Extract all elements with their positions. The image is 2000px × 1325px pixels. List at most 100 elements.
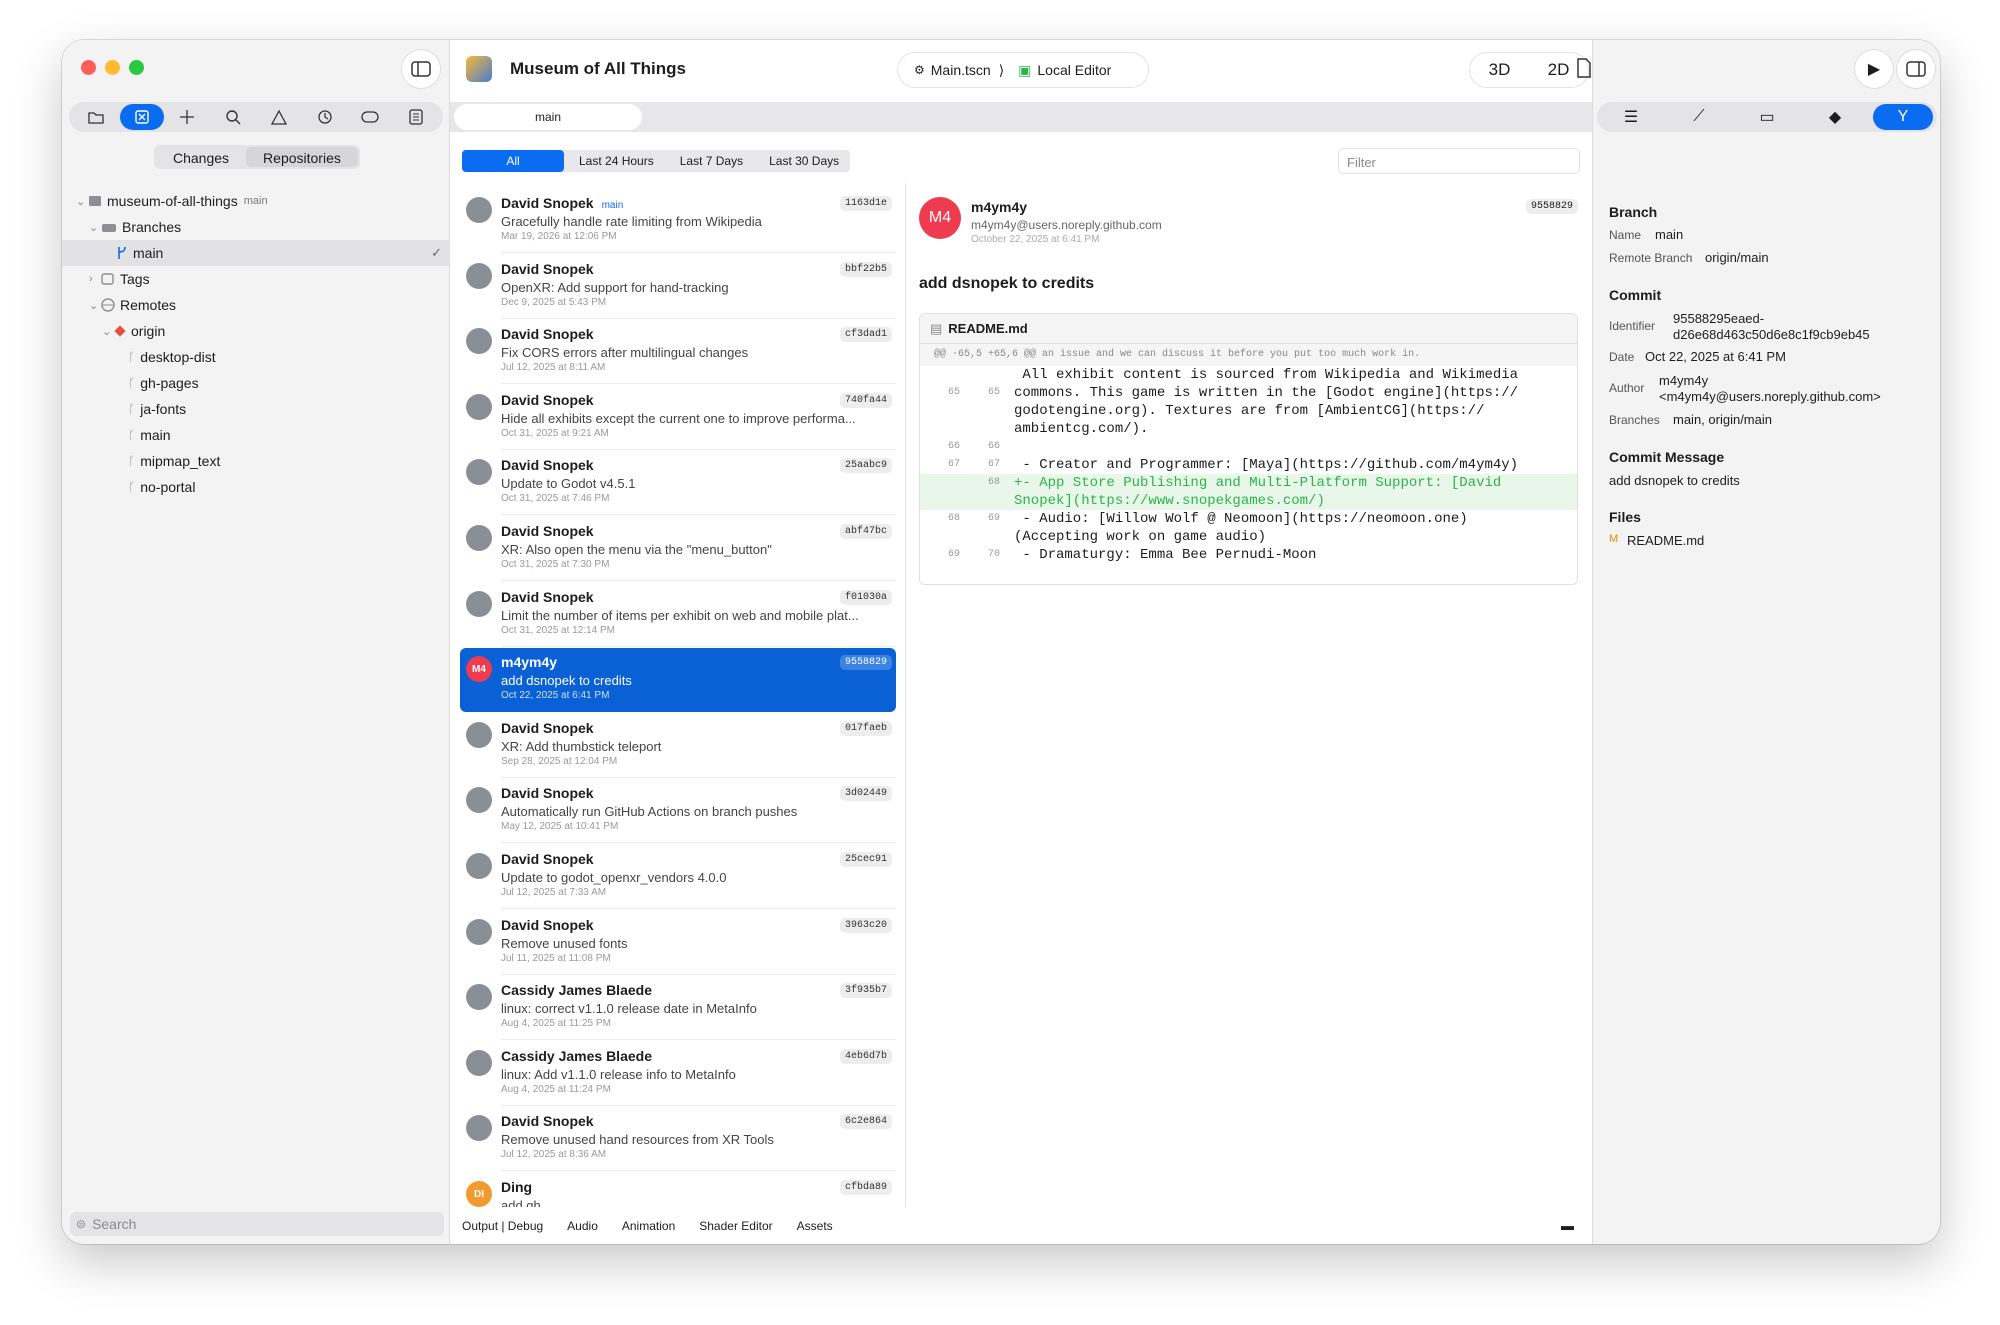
commit-hash[interactable]: 6c2e864	[839, 1114, 892, 1130]
new-line-number: 65	[987, 387, 1000, 398]
identifier-value-cont[interactable]: d26e68d463c50d6e8c1f9cb9eb45	[1673, 327, 1870, 342]
mode-2d-button[interactable]: 2D	[1548, 60, 1570, 80]
remote-branch-item[interactable]: ᚴ desktop-dist	[62, 344, 450, 370]
commit-row[interactable]: David Snopek main Gracefully handle rate l…	[460, 189, 896, 253]
commit-row[interactable]: David Snopek XR: Also open the menu via t…	[460, 517, 896, 581]
zoom-button[interactable]	[129, 60, 144, 75]
tag-icon[interactable]	[348, 104, 392, 130]
remote-branch-item[interactable]: ᚴ ja-fonts	[62, 396, 450, 422]
commit-row[interactable]: Cassidy James Blaede linux: Add v1.1.0 re…	[460, 1042, 896, 1106]
source-control-icon[interactable]	[119, 104, 164, 130]
remote-branch-item[interactable]: ᚴ main	[62, 422, 450, 448]
filter-all[interactable]: All	[462, 150, 564, 172]
branches-group[interactable]: ⌄ Branches	[62, 214, 450, 240]
commit-date: Aug 4, 2025 at 11:24 PM	[501, 1083, 611, 1095]
tab-assets[interactable]: Assets	[797, 1219, 833, 1233]
remote-branch-item[interactable]: ᚴ gh-pages	[62, 370, 450, 396]
tab-changes[interactable]: Changes	[156, 147, 246, 167]
commit-author: David Snopek	[501, 588, 594, 605]
folder-icon[interactable]	[74, 104, 118, 130]
remote-branch-item[interactable]: ᚴ mipmap_text	[62, 448, 450, 474]
close-button[interactable]	[81, 60, 96, 75]
branch-main[interactable]: main ✓	[62, 240, 450, 266]
remotes-group[interactable]: ⌄ Remotes	[62, 292, 450, 318]
commit-row[interactable]: David Snopek Fix CORS errors after multil…	[460, 320, 896, 385]
files-heading: Files	[1609, 509, 1641, 525]
commit-row[interactable]: David Snopek OpenXR: Add support for hand…	[460, 255, 896, 319]
repo-row[interactable]: ⌄ museum-of-all-things main	[62, 188, 450, 214]
git-branch-icon[interactable]: Y	[1873, 104, 1933, 130]
filter-30d[interactable]: Last 30 Days	[758, 150, 850, 172]
diff-line: Snopek](https://www.snopekgames.com/)	[920, 492, 1577, 510]
commit-date: Oct 31, 2025 at 12:14 PM	[501, 624, 615, 636]
document-icon[interactable]	[394, 104, 438, 130]
commit-row[interactable]: David Snopek Limit the number of items pe…	[460, 583, 896, 647]
toggle-inspector-button[interactable]	[1897, 50, 1935, 88]
panel-toggle-icon[interactable]: ▬	[1561, 1218, 1574, 1233]
commit-hash[interactable]: cf3dad1	[839, 327, 892, 343]
commit-hash[interactable]: 1163d1e	[839, 196, 892, 211]
tags-group[interactable]: › Tags	[62, 266, 450, 292]
remote-branch-item[interactable]: ᚴ no-portal	[62, 474, 450, 500]
commit-row[interactable]: David Snopek Remove unused fonts Jul 11, 2…	[460, 911, 896, 975]
warning-icon[interactable]	[257, 104, 301, 130]
mode-3d-button[interactable]: 3D	[1489, 60, 1511, 80]
sparkle-icon[interactable]	[165, 104, 209, 130]
commit-hash[interactable]: 3f935b7	[839, 983, 892, 999]
commit-hash[interactable]: 25cec91	[839, 852, 892, 867]
toggle-sidebar-button[interactable]	[402, 50, 440, 88]
commit-author: David Snopek	[501, 457, 594, 474]
tab-output[interactable]: Output | Debug	[462, 1219, 543, 1233]
commit-row[interactable]: Cassidy James Blaede linux: correct v1.1.…	[460, 976, 896, 1041]
commit-row[interactable]: DI Ding add gh... cfbda89	[460, 1173, 896, 1207]
remote-origin[interactable]: ⌄ origin	[62, 318, 450, 344]
commit-row[interactable]: David Snopek Automatically run GitHub Act…	[460, 779, 896, 844]
sidebar-search[interactable]: ⊜ Search	[70, 1212, 444, 1236]
filter-24h[interactable]: Last 24 Hours	[568, 150, 665, 172]
sliders-icon[interactable]: ☰	[1601, 104, 1661, 130]
history-icon[interactable]	[303, 104, 347, 130]
commit-row[interactable]: David Snopek Remove unused hand resources…	[460, 1107, 896, 1172]
commit-hash[interactable]: 3d02449	[839, 786, 892, 802]
detail-hash[interactable]: 9558829	[1525, 199, 1578, 214]
commit-hash[interactable]: 740fa44	[839, 392, 892, 408]
editor-name[interactable]: Local Editor	[1037, 62, 1111, 78]
run-button[interactable]: ▶	[1855, 50, 1893, 88]
tab-shader-editor[interactable]: Shader Editor	[699, 1219, 772, 1233]
commit-hash[interactable]: 017faeb	[839, 720, 892, 736]
commit-hash[interactable]: cfbda89	[839, 1180, 892, 1195]
branch-name-value: main	[1655, 227, 1684, 242]
changed-file[interactable]: README.md	[1627, 533, 1704, 548]
commit-hash[interactable]: 4eb6d7b	[839, 1048, 892, 1064]
commit-hash[interactable]: bbf22b5	[839, 261, 892, 277]
identifier-value[interactable]: 95588295eaed-	[1673, 311, 1764, 326]
filter-7d[interactable]: Last 7 Days	[669, 150, 754, 172]
commit-hash[interactable]: 3963c20	[839, 917, 892, 933]
tab-audio[interactable]: Audio	[567, 1219, 598, 1233]
commit-row[interactable]: David Snopek Hide all exhibits except the…	[460, 386, 896, 450]
tab-main[interactable]: main	[454, 104, 642, 130]
minimize-button[interactable]	[105, 60, 120, 75]
remote-branch-label: gh-pages	[140, 375, 199, 391]
filter-input[interactable]: Filter	[1338, 148, 1580, 174]
diff-file-header[interactable]: ▤ README.md	[920, 314, 1577, 344]
commit-row[interactable]: David Snopek Update to godot_openxr_vendo…	[460, 845, 896, 909]
group-icon[interactable]: ▭	[1737, 104, 1797, 130]
commit-author: David Snopek	[501, 260, 594, 277]
commit-row[interactable]: M4 m4ym4y add dsnopek to credits Oct 22, 20…	[460, 648, 896, 713]
commit-row[interactable]: David Snopek Update to Godot v4.5.1 Oct 31…	[460, 451, 896, 516]
commit-hash[interactable]: f01030a	[839, 589, 892, 605]
commit-author: David Snopek	[501, 391, 594, 408]
commit-hash[interactable]: 9558829	[839, 655, 892, 671]
commit-hash[interactable]: 25aabc9	[839, 458, 892, 474]
bag-icon[interactable]: ◆	[1805, 104, 1865, 130]
signal-icon[interactable]: ⟋	[1669, 104, 1729, 130]
commit-row[interactable]: David Snopek XR: Add thumbstick teleport S…	[460, 714, 896, 778]
search-icon[interactable]	[211, 104, 255, 130]
tab-animation[interactable]: Animation	[622, 1219, 675, 1233]
scene-selector[interactable]: ⚙ Main.tscn ⟩ ▣ Local Editor	[898, 53, 1148, 87]
script-icon[interactable]	[1576, 58, 1592, 78]
tab-repositories[interactable]: Repositories	[246, 147, 358, 167]
diff-line: All exhibit content is sourced from Wiki…	[920, 366, 1577, 384]
commit-hash[interactable]: abf47bc	[839, 524, 892, 539]
